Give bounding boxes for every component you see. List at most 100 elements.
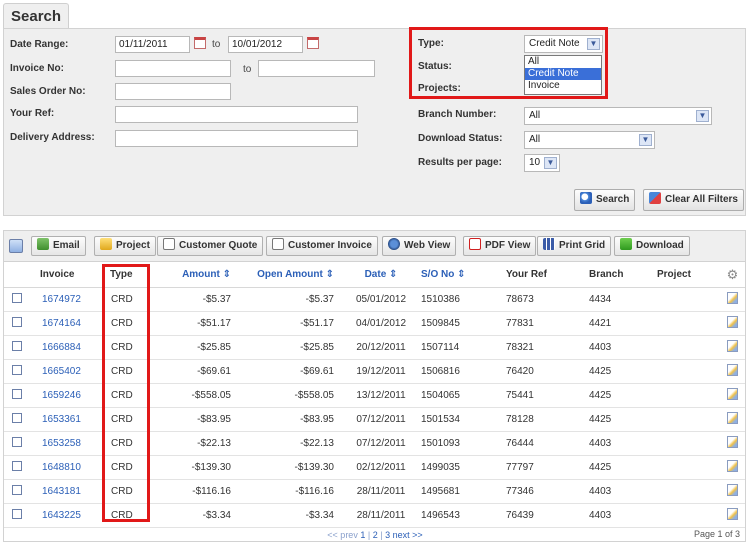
pdf-view-button[interactable]: PDF View — [463, 236, 537, 256]
invoice-from-input[interactable] — [115, 60, 231, 77]
edit-row-icon[interactable] — [727, 315, 738, 328]
date-to-input[interactable]: 10/01/2012 — [228, 36, 303, 53]
delivery-address-input[interactable] — [115, 130, 358, 147]
customer-quote-button[interactable]: Customer Quote — [157, 236, 264, 256]
edit-row-icon[interactable] — [727, 459, 738, 472]
edit-row-icon[interactable] — [727, 507, 738, 520]
pager-prev[interactable]: << prev — [327, 530, 358, 540]
download-status-select[interactable]: All ▼ — [524, 131, 655, 149]
row-invoice-link[interactable]: 1643225 — [34, 503, 109, 528]
row-checkbox[interactable] — [12, 412, 22, 423]
header-amount[interactable]: Amount ⇕ — [159, 263, 239, 288]
row-checkbox[interactable] — [12, 508, 22, 519]
row-checkbox-cell[interactable] — [4, 335, 34, 360]
row-invoice-link[interactable]: 1643181 — [34, 479, 109, 504]
print-grid-button[interactable]: Print Grid — [537, 236, 612, 256]
row-date: 20/12/2011 — [342, 335, 420, 360]
header-so-no[interactable]: S/O No ⇕ — [420, 263, 500, 288]
edit-row-icon[interactable] — [727, 435, 738, 448]
row-invoice-link[interactable]: 1666884 — [34, 335, 109, 360]
row-checkbox-cell[interactable] — [4, 287, 34, 312]
row-action-cell[interactable] — [720, 503, 745, 528]
row-so-no: 1501534 — [420, 407, 500, 432]
results-per-page-select[interactable]: 10 ▼ — [524, 154, 560, 172]
header-date[interactable]: Date ⇕ — [342, 263, 420, 288]
row-checkbox-cell[interactable] — [4, 383, 34, 408]
row-checkbox-cell[interactable] — [4, 311, 34, 336]
your-ref-input[interactable] — [115, 106, 358, 123]
row-checkbox[interactable] — [12, 292, 22, 303]
row-invoice-link[interactable]: 1674972 — [34, 287, 109, 312]
settings-gear-icon[interactable]: ⚙ — [720, 263, 745, 288]
row-action-cell[interactable] — [720, 407, 745, 432]
date-from-input[interactable]: 01/11/2011 — [115, 36, 190, 53]
email-button[interactable]: Email — [31, 236, 86, 256]
row-your-ref: 77346 — [500, 479, 588, 504]
row-invoice-link[interactable]: 1648810 — [34, 455, 109, 480]
row-checkbox-cell[interactable] — [4, 455, 34, 480]
row-action-cell[interactable] — [720, 311, 745, 336]
pager-next[interactable]: next >> — [393, 530, 423, 540]
select-all-icon[interactable] — [9, 239, 23, 253]
edit-row-icon[interactable] — [727, 483, 738, 496]
row-checkbox[interactable] — [12, 388, 22, 399]
row-checkbox[interactable] — [12, 436, 22, 447]
row-checkbox[interactable] — [12, 460, 22, 471]
row-invoice-link[interactable]: 1674164 — [34, 311, 109, 336]
row-checkbox[interactable] — [12, 316, 22, 327]
row-invoice-link[interactable]: 1653258 — [34, 431, 109, 456]
pager-page-2[interactable]: 2 — [373, 530, 378, 540]
row-action-cell[interactable] — [720, 287, 745, 312]
row-checkbox[interactable] — [12, 364, 22, 375]
header-open-amount[interactable]: Open Amount ⇕ — [239, 263, 342, 288]
project-button[interactable]: Project — [94, 236, 156, 256]
row-open-amount: -$5.37 — [239, 287, 342, 312]
row-action-cell[interactable] — [720, 431, 745, 456]
pager-page-3[interactable]: 3 — [385, 530, 390, 540]
pager-page-1[interactable]: 1 — [360, 530, 365, 540]
dropdown-arrow-icon[interactable]: ▼ — [696, 110, 709, 122]
invoice-to-label: to — [243, 64, 252, 75]
row-action-cell[interactable] — [720, 479, 745, 504]
edit-row-icon[interactable] — [727, 339, 738, 352]
clear-all-filters-button[interactable]: Clear All Filters — [643, 189, 744, 211]
download-button[interactable]: Download — [614, 236, 690, 256]
row-checkbox-cell[interactable] — [4, 503, 34, 528]
edit-row-icon[interactable] — [727, 291, 738, 304]
dropdown-arrow-icon[interactable]: ▼ — [639, 134, 652, 146]
customer-invoice-button[interactable]: Customer Invoice — [266, 236, 378, 256]
row-amount: -$51.17 — [159, 311, 239, 336]
header-branch[interactable]: Branch — [588, 263, 656, 288]
row-action-cell[interactable] — [720, 383, 745, 408]
row-action-cell[interactable] — [720, 359, 745, 384]
row-checkbox-cell[interactable] — [4, 359, 34, 384]
web-view-button[interactable]: Web View — [382, 236, 457, 256]
row-branch: 4403 — [588, 335, 656, 360]
branch-select[interactable]: All ▼ — [524, 107, 712, 125]
row-action-cell[interactable] — [720, 455, 745, 480]
header-invoice[interactable]: Invoice — [34, 263, 109, 288]
invoice-to-input[interactable] — [258, 60, 375, 77]
row-date: 07/12/2011 — [342, 431, 420, 456]
row-action-cell[interactable] — [720, 335, 745, 360]
header-your-ref[interactable]: Your Ref — [500, 263, 588, 288]
dropdown-arrow-icon[interactable]: ▼ — [544, 157, 557, 169]
row-open-amount: -$69.61 — [239, 359, 342, 384]
date-to-label: to — [212, 39, 221, 50]
calendar-icon[interactable] — [194, 37, 206, 49]
row-invoice-link[interactable]: 1665402 — [34, 359, 109, 384]
sales-order-input[interactable] — [115, 83, 231, 100]
row-checkbox[interactable] — [12, 340, 22, 351]
row-invoice-link[interactable]: 1653361 — [34, 407, 109, 432]
edit-row-icon[interactable] — [727, 411, 738, 424]
row-checkbox[interactable] — [12, 484, 22, 495]
header-project[interactable]: Project — [656, 263, 720, 288]
row-checkbox-cell[interactable] — [4, 431, 34, 456]
calendar-icon[interactable] — [307, 37, 319, 49]
row-checkbox-cell[interactable] — [4, 407, 34, 432]
row-invoice-link[interactable]: 1659246 — [34, 383, 109, 408]
edit-row-icon[interactable] — [727, 387, 738, 400]
edit-row-icon[interactable] — [727, 363, 738, 376]
row-checkbox-cell[interactable] — [4, 479, 34, 504]
search-button[interactable]: Search — [574, 189, 636, 211]
